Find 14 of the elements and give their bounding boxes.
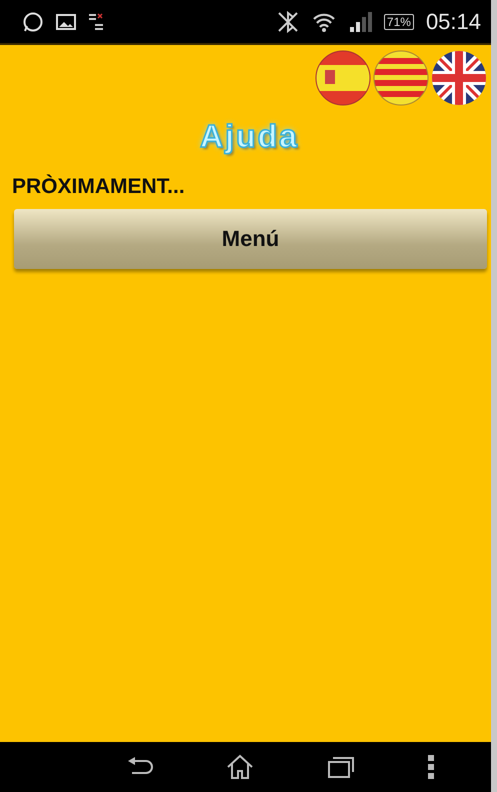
battery-level: 71% [384,14,414,30]
chat-icon [22,10,44,32]
clock: 05:14 [426,8,481,34]
image-icon [56,12,76,30]
bluetooth-off-icon [276,10,300,34]
more-options-icon[interactable] [426,754,435,780]
home-icon[interactable] [226,754,254,780]
data-icon [88,12,104,32]
menu-button[interactable]: Menú [14,209,487,269]
page-title: Ajuda [200,118,299,155]
recent-apps-icon[interactable] [326,755,355,779]
coming-soon-text: PRÒXIMAMENT... [12,175,186,199]
wifi-icon [312,10,336,32]
signal-icon [348,10,372,32]
